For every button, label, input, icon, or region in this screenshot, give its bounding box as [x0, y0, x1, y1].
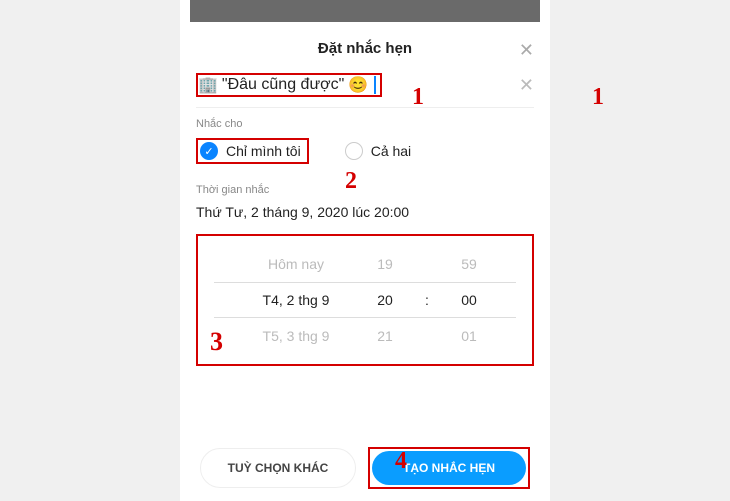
picker-date: Hôm nay: [246, 256, 346, 272]
smile-icon: 😊: [348, 75, 368, 95]
picker-hour: 21: [370, 328, 400, 344]
remind-for-section: Nhắc cho ✓ Chỉ mình tôi Cả hai: [180, 108, 550, 174]
check-icon: ✓: [200, 142, 218, 160]
remind-time-value: Thứ Tư, 2 tháng 9, 2020 lúc 20:00: [196, 204, 534, 220]
picker-colon: :: [424, 292, 430, 308]
picker-row-next[interactable]: T5, 3 thg 9 21 01: [214, 318, 516, 354]
reminder-modal: Đặt nhắc hẹn ✕ 🏢 "Đâu cũng được" 😊 ✕ Nhắ…: [180, 26, 550, 501]
remind-time-label: Thời gian nhắc: [196, 184, 534, 196]
remind-for-options: ✓ Chỉ mình tôi Cả hai: [196, 138, 534, 164]
picker-min: 00: [454, 292, 484, 308]
datetime-picker[interactable]: Hôm nay 19 59 T4, 2 thg 9 20 : 00 T5, 3 …: [196, 234, 534, 366]
more-options-button[interactable]: TUỲ CHỌN KHÁC: [200, 448, 356, 488]
modal-title: Đặt nhắc hẹn: [318, 40, 412, 57]
radio-only-me-label: Chỉ mình tôi: [226, 143, 301, 159]
status-bar: [190, 0, 540, 22]
radio-empty-icon: [345, 142, 363, 160]
reminder-modal-screen: Đặt nhắc hẹn ✕ 🏢 "Đâu cũng được" 😊 ✕ Nhắ…: [180, 0, 550, 501]
annotation-1: 1: [412, 84, 424, 111]
annotation-4: 4: [395, 448, 407, 475]
picker-min: 01: [454, 328, 484, 344]
text-cursor: [374, 76, 376, 94]
primary-button-highlight: TẠO NHẮC HẸN: [368, 447, 530, 489]
building-icon: 🏢: [198, 75, 218, 95]
modal-footer: TUỲ CHỌN KHÁC TẠO NHẮC HẸN: [180, 435, 550, 501]
reminder-title-row: 🏢 "Đâu cũng được" 😊 ✕: [180, 67, 550, 107]
radio-both-label: Cả hai: [371, 143, 411, 159]
clear-title-icon[interactable]: ✕: [519, 75, 534, 96]
close-icon[interactable]: ✕: [519, 40, 534, 61]
reminder-title-text: "Đâu cũng được": [222, 76, 344, 94]
radio-only-me[interactable]: ✓ Chỉ mình tôi: [196, 138, 309, 164]
reminder-title-input[interactable]: 🏢 "Đâu cũng được" 😊: [196, 73, 382, 97]
picker-date: T5, 3 thg 9: [246, 328, 346, 344]
picker-hour: 19: [370, 256, 400, 272]
annotation-1: 1: [592, 84, 604, 111]
picker-row-selected[interactable]: T4, 2 thg 9 20 : 00: [214, 282, 516, 318]
radio-both[interactable]: Cả hai: [345, 142, 411, 160]
picker-date: T4, 2 thg 9: [246, 292, 346, 308]
picker-row-prev[interactable]: Hôm nay 19 59: [214, 246, 516, 282]
annotation-2: 2: [345, 168, 357, 195]
annotation-3: 3: [210, 327, 223, 357]
remind-for-label: Nhắc cho: [196, 118, 534, 130]
picker-min: 59: [454, 256, 484, 272]
remind-time-section: Thời gian nhắc Thứ Tư, 2 tháng 9, 2020 l…: [180, 174, 550, 224]
picker-hour: 20: [370, 292, 400, 308]
modal-header: Đặt nhắc hẹn ✕: [180, 26, 550, 67]
